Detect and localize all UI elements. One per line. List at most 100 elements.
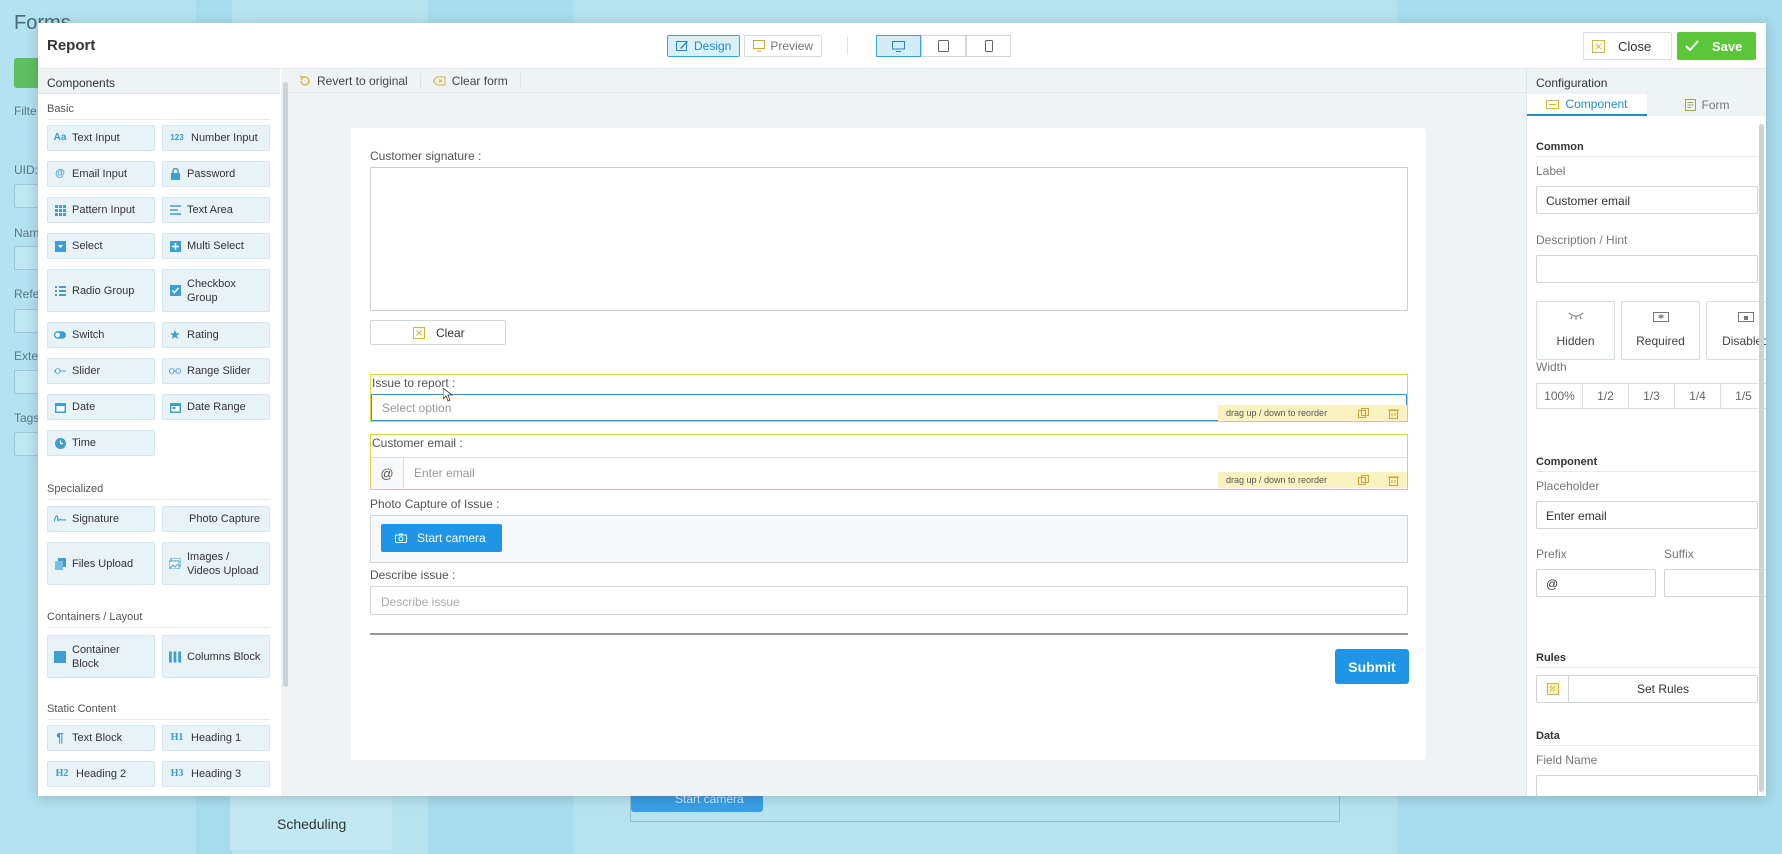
camera-icon bbox=[395, 533, 407, 543]
component-heading-2[interactable]: H2 Heading 2 bbox=[47, 761, 155, 787]
component-checkbox-group[interactable]: Checkbox Group bbox=[162, 269, 270, 312]
email-field-wrapper[interactable]: Customer email : @ Enter email drag up /… bbox=[370, 434, 1408, 490]
hidden-toggle[interactable]: Hidden bbox=[1536, 301, 1615, 360]
start-camera-button[interactable]: Start camera bbox=[381, 524, 502, 552]
delete-icon[interactable] bbox=[1388, 475, 1399, 486]
component-number-input[interactable]: 123 Number Input bbox=[162, 125, 270, 151]
issue-field-wrapper[interactable]: Issue to report : Select option drag up … bbox=[370, 374, 1408, 422]
background-uid-input bbox=[14, 184, 40, 208]
desktop-view-button[interactable] bbox=[876, 35, 921, 57]
component-photo-capture[interactable]: Photo Capture bbox=[162, 506, 270, 532]
delete-icon[interactable] bbox=[1388, 408, 1399, 419]
component-label: Text Block bbox=[72, 732, 123, 744]
component-label: Signature bbox=[72, 513, 120, 525]
component-text-block[interactable]: ¶ Text Block bbox=[47, 725, 155, 751]
component-container-block[interactable]: Container Block bbox=[47, 635, 155, 678]
configuration-scrollbar[interactable] bbox=[1759, 124, 1764, 792]
component-text-input[interactable]: Aa Text Input bbox=[47, 125, 155, 151]
design-label: Design bbox=[694, 39, 732, 53]
component-label: Select bbox=[72, 240, 103, 252]
duplicate-icon[interactable] bbox=[1358, 475, 1369, 486]
component-multi-select[interactable]: Multi Select bbox=[162, 233, 270, 259]
describe-label: Describe issue : bbox=[370, 568, 456, 582]
suffix-label: Suffix bbox=[1664, 547, 1694, 561]
background-tab-label: Scheduling bbox=[277, 816, 347, 832]
component-time[interactable]: Time bbox=[47, 430, 155, 456]
required-toggle[interactable]: Required bbox=[1621, 301, 1700, 360]
component-section-title: Component bbox=[1536, 456, 1598, 468]
component-slider[interactable]: Slider bbox=[47, 358, 155, 384]
tab-component[interactable]: Component bbox=[1527, 94, 1647, 116]
description-input[interactable] bbox=[1536, 255, 1758, 283]
duplicate-icon[interactable] bbox=[1358, 408, 1369, 419]
width-option[interactable]: 1/3 bbox=[1628, 383, 1675, 409]
toggle-icon bbox=[54, 329, 66, 341]
configuration-header: Configuration bbox=[1527, 69, 1766, 94]
mode-switcher: Design Preview bbox=[667, 35, 823, 57]
section-static: Static Content bbox=[47, 703, 117, 715]
width-option[interactable]: 100% bbox=[1536, 383, 1583, 409]
range-slider-icon bbox=[169, 365, 181, 377]
tab-form[interactable]: Form bbox=[1647, 94, 1766, 116]
revert-button[interactable]: Revert to original bbox=[299, 72, 421, 89]
mouse-pointer-icon bbox=[443, 388, 453, 402]
prefix-input[interactable]: @ bbox=[1536, 569, 1656, 597]
width-option[interactable]: 1/4 bbox=[1674, 383, 1721, 409]
design-mode-button[interactable]: Design bbox=[667, 35, 741, 57]
component-date-range[interactable]: Date Range bbox=[162, 394, 270, 420]
field-name-input[interactable] bbox=[1536, 775, 1758, 796]
component-password[interactable]: Password bbox=[162, 161, 270, 187]
tablet-view-button[interactable] bbox=[921, 35, 966, 57]
revert-label: Revert to original bbox=[317, 73, 408, 88]
component-signature[interactable]: Signature bbox=[47, 506, 155, 532]
component-columns-block[interactable]: Columns Block bbox=[162, 635, 270, 678]
clear-form-button[interactable]: Clear form bbox=[432, 72, 521, 89]
placeholder-label: Placeholder bbox=[1536, 479, 1600, 493]
component-select[interactable]: Select bbox=[47, 233, 155, 259]
placeholder-input[interactable]: Enter email bbox=[1536, 501, 1758, 529]
close-button[interactable]: Close bbox=[1583, 32, 1672, 60]
component-radio-group[interactable]: Radio Group bbox=[47, 269, 155, 312]
required-label: Required bbox=[1636, 334, 1685, 348]
component-text-area[interactable]: Text Area bbox=[162, 197, 270, 223]
submit-button[interactable]: Submit bbox=[1335, 649, 1409, 684]
component-switch[interactable]: Switch bbox=[47, 322, 155, 348]
width-option[interactable]: 1/2 bbox=[1582, 383, 1629, 409]
set-rules-button[interactable]: Set Rules bbox=[1536, 675, 1758, 703]
suffix-input[interactable] bbox=[1664, 569, 1766, 597]
mobile-view-button[interactable] bbox=[966, 35, 1011, 57]
component-files-upload[interactable]: Files Upload bbox=[47, 542, 155, 585]
component-rating[interactable]: ★ Rating bbox=[162, 322, 270, 348]
components-scrollbar-thumb[interactable] bbox=[283, 82, 288, 687]
signature-label: Customer signature : bbox=[370, 149, 482, 163]
background-ref-input bbox=[14, 309, 40, 333]
section-divider bbox=[47, 499, 270, 500]
component-date[interactable]: Date bbox=[47, 394, 155, 420]
component-range-slider[interactable]: Range Slider bbox=[162, 358, 270, 384]
lock-icon bbox=[169, 168, 181, 180]
preview-icon bbox=[753, 40, 766, 52]
describe-input[interactable]: Describe issue bbox=[370, 586, 1408, 615]
prefix-label: Prefix bbox=[1536, 547, 1567, 561]
component-pattern-input[interactable]: Pattern Input bbox=[47, 197, 155, 223]
component-images-videos-upload[interactable]: Images / Videos Upload bbox=[162, 542, 270, 585]
columns-icon bbox=[169, 650, 181, 663]
background-name-label: Nam bbox=[14, 226, 40, 240]
save-button[interactable]: Save bbox=[1677, 32, 1756, 60]
close-icon bbox=[413, 326, 425, 339]
component-label: Email Input bbox=[72, 168, 128, 180]
form-divider bbox=[370, 633, 1408, 635]
disabled-toggle[interactable]: Disabled bbox=[1706, 301, 1766, 360]
label-input[interactable]: Customer email bbox=[1536, 186, 1758, 214]
form-canvas: Revert to original Clear form Customer s… bbox=[289, 69, 1526, 796]
signature-pad[interactable] bbox=[370, 167, 1408, 311]
clear-signature-button[interactable]: Clear bbox=[370, 320, 506, 345]
component-label: Files Upload bbox=[72, 557, 134, 570]
component-heading-1[interactable]: H1 Heading 1 bbox=[162, 725, 270, 751]
preview-mode-button[interactable]: Preview bbox=[744, 35, 823, 57]
component-email-input[interactable]: @ Email Input bbox=[47, 161, 155, 187]
background-tags-label: Tags bbox=[14, 411, 40, 425]
heading-2-icon: H2 bbox=[55, 768, 69, 779]
section-divider bbox=[1536, 156, 1758, 157]
component-heading-3[interactable]: H3 Heading 3 bbox=[162, 761, 270, 787]
